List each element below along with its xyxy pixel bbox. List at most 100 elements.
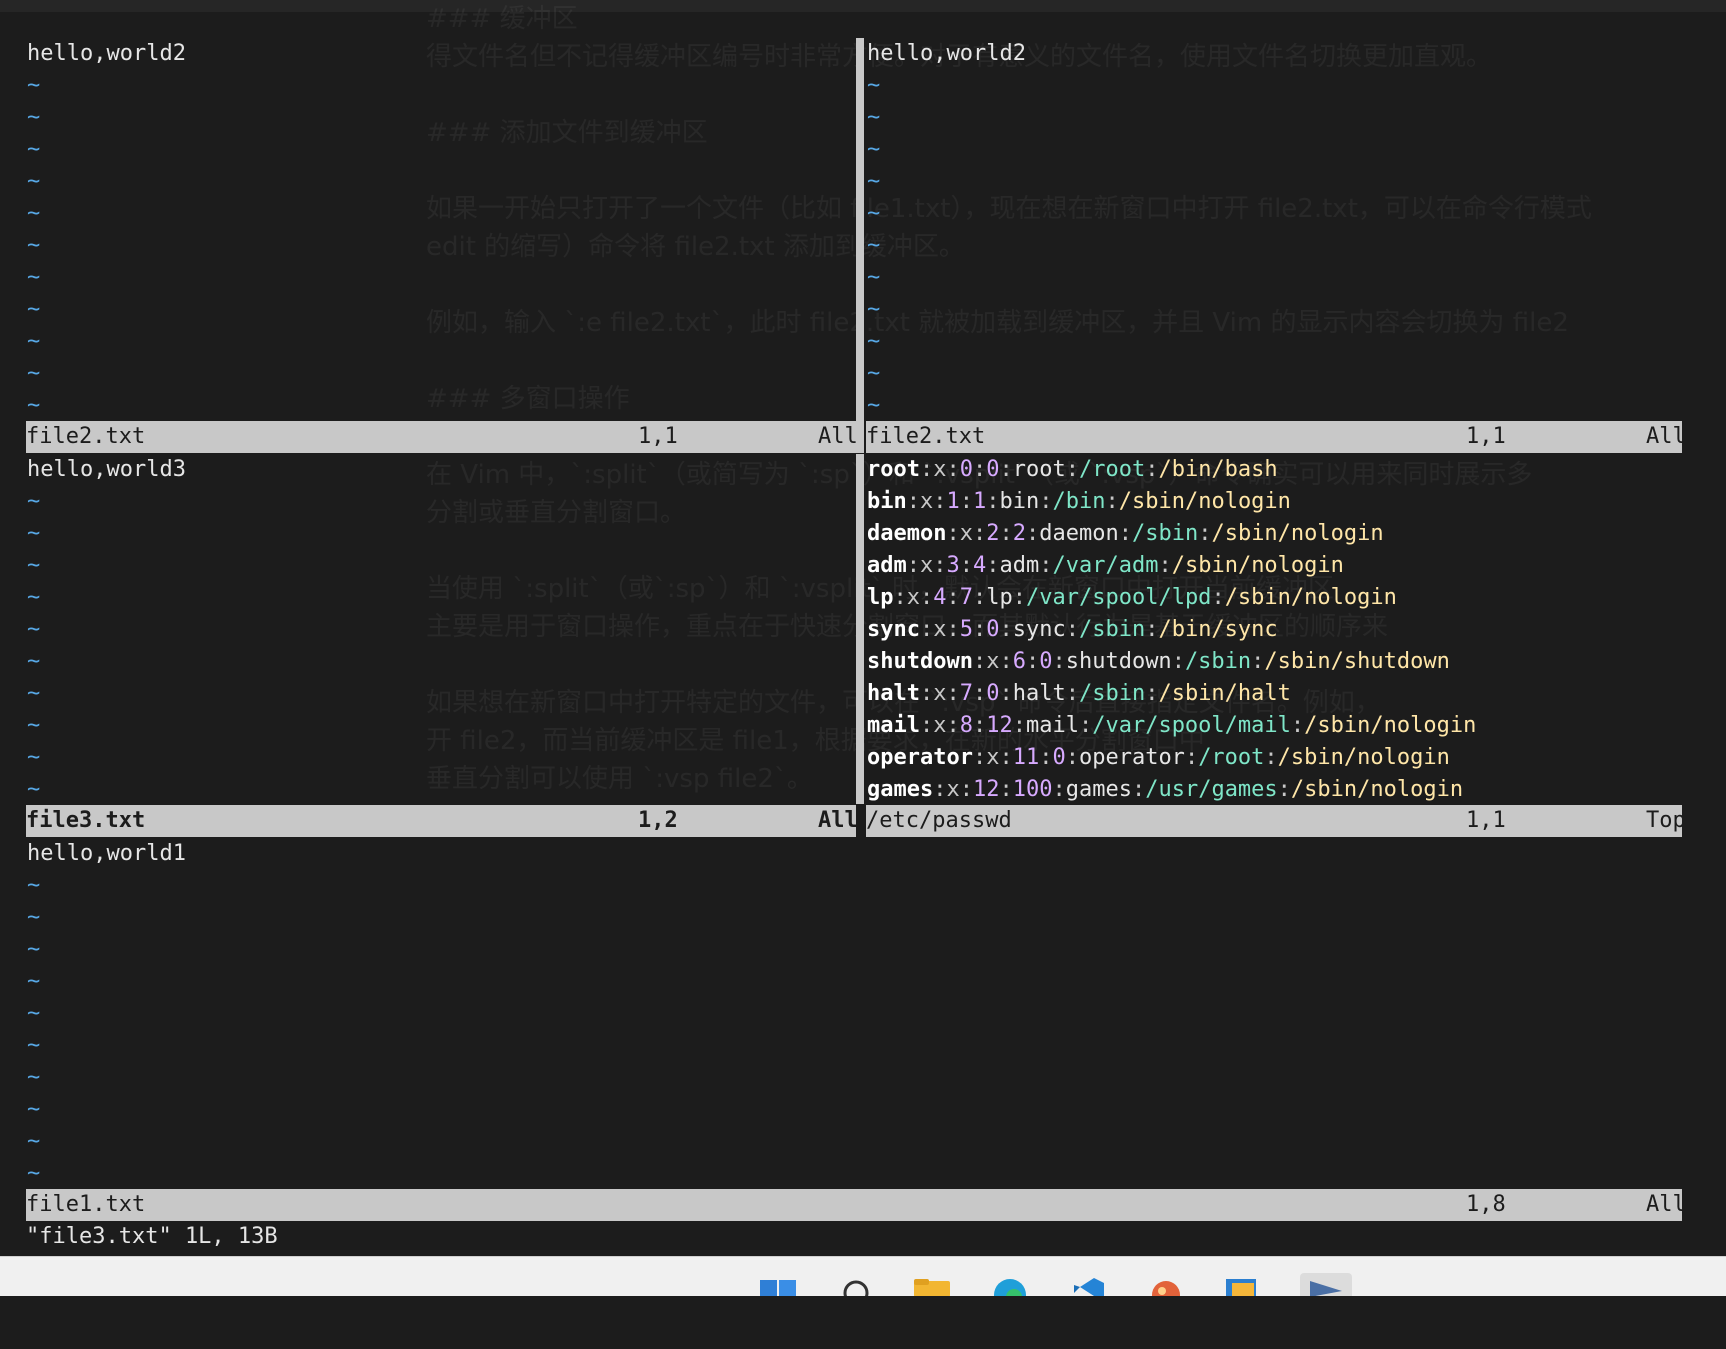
passwd-colon: : xyxy=(1290,713,1305,738)
app-window-icon[interactable] xyxy=(1222,1273,1262,1296)
empty-line-tilde: ~ xyxy=(27,713,41,738)
terminal-window[interactable]: ### 缓冲区 得文件名但不记得缓冲区编号时非常方便。对于有意义的文件名，使用文件… xyxy=(0,0,1726,1256)
passwd-field: bin xyxy=(867,489,907,514)
passwd-colon: : xyxy=(999,457,1013,482)
passwd-colon: : xyxy=(1251,649,1265,674)
passwd-field: x xyxy=(933,713,947,738)
empty-line-tilde: ~ xyxy=(27,73,41,98)
empty-line-tilde: ~ xyxy=(27,329,41,354)
passwd-field: 12 xyxy=(972,777,1000,802)
passwd-field: 0 xyxy=(1039,649,1053,674)
passwd-field: x xyxy=(920,553,934,578)
empty-line-tilde: ~ xyxy=(867,169,881,194)
passwd-field: operator xyxy=(867,745,973,770)
empty-line-tilde: ~ xyxy=(27,137,41,162)
passwd-field: 12 xyxy=(986,713,1013,738)
passwd-colon: : xyxy=(1039,553,1053,578)
passwd-colon: : xyxy=(1158,553,1172,578)
empty-line-tilde: ~ xyxy=(27,489,41,514)
vim-window-bottom[interactable]: hello,world1 ~ ~ ~ ~ ~ ~ ~ ~ ~ ~ xyxy=(26,838,1682,1188)
empty-line-tilde: ~ xyxy=(27,681,41,706)
passwd-colon: : xyxy=(906,553,920,578)
passwd-colon: : xyxy=(972,713,987,738)
passwd-field: /sbin/nologin xyxy=(1171,553,1344,578)
vim-command-line[interactable]: "file3.txt" 1L, 13B xyxy=(26,1221,278,1253)
passwd-field: /sbin/nologin xyxy=(1118,489,1291,514)
passwd-field: sync xyxy=(867,617,920,642)
passwd-colon: : xyxy=(946,585,960,610)
statusline-position: 1,1 xyxy=(1466,424,1506,449)
passwd-colon: : xyxy=(1277,777,1291,802)
vim-window-top-right[interactable]: hello,world2 ~ ~ ~ ~ ~ ~ ~ ~ ~ ~ ~ xyxy=(866,38,1682,420)
passwd-field: 2 xyxy=(986,521,1000,546)
passwd-field: 3 xyxy=(946,553,960,578)
terminal-icon[interactable] xyxy=(1300,1273,1352,1296)
passwd-colon: : xyxy=(959,777,973,802)
vim-window-mid-right[interactable]: root:x:0:0:root:/root:/bin/bash bin:x:1:1… xyxy=(866,454,1682,804)
statusline-top-right[interactable]: file2.txt 1,1 All xyxy=(866,421,1686,453)
statusline-position: 1,2 xyxy=(638,808,678,833)
statusline-mid-left-active[interactable]: file3.txt 1,2 All xyxy=(26,805,858,837)
empty-line-tilde: ~ xyxy=(27,521,41,546)
passwd-colon: : xyxy=(1025,649,1040,674)
statusline-bottom[interactable]: file1.txt 1,8 All xyxy=(26,1189,1686,1221)
passwd-field: /sbin/shutdown xyxy=(1264,649,1450,674)
passwd-field: mail xyxy=(867,713,920,738)
empty-line-tilde: ~ xyxy=(27,553,41,578)
vscode-icon[interactable] xyxy=(1068,1273,1108,1296)
git-icon[interactable] xyxy=(1146,1273,1186,1296)
empty-line-tilde: ~ xyxy=(867,73,881,98)
vertical-split-separator-middle[interactable] xyxy=(856,454,864,804)
statusline-position: 1,1 xyxy=(1466,808,1506,833)
passwd-colon: : xyxy=(999,649,1013,674)
passwd-colon: : xyxy=(920,585,934,610)
empty-line-tilde: ~ xyxy=(867,393,881,418)
passwd-field: sync xyxy=(1012,617,1066,642)
passwd-field: adm xyxy=(999,553,1040,578)
passwd-field: 1 xyxy=(946,489,960,514)
empty-line-tilde: ~ xyxy=(27,169,41,194)
passwd-field: 6 xyxy=(1012,649,1026,674)
search-icon[interactable] xyxy=(836,1273,876,1296)
passwd-field: /bin/sync xyxy=(1158,617,1278,642)
empty-line-tilde: ~ xyxy=(27,617,41,642)
passwd-field: operator xyxy=(1078,745,1185,770)
passwd-colon: : xyxy=(919,457,934,482)
passwd-colon: : xyxy=(1012,713,1026,738)
passwd-colon: : xyxy=(946,713,960,738)
buffer-line: hello,world2 xyxy=(867,41,1026,66)
passwd-colon: : xyxy=(946,521,960,546)
file-explorer-icon[interactable] xyxy=(912,1273,952,1296)
vim-window-top-left[interactable]: hello,world2 ~ ~ ~ ~ ~ ~ ~ ~ ~ ~ ~ xyxy=(26,38,856,420)
empty-line-tilde: ~ xyxy=(867,329,881,354)
passwd-entry: sync:x:5:0:sync:/sbin:/bin/sync xyxy=(866,614,1682,646)
passwd-field: games xyxy=(867,777,934,802)
passwd-colon: : xyxy=(1145,457,1159,482)
statusline-position: 1,1 xyxy=(638,424,678,449)
buffer-line: hello,world3 xyxy=(27,457,186,482)
passwd-field: 4 xyxy=(973,553,987,578)
empty-line-tilde: ~ xyxy=(27,1001,41,1026)
passwd-field: /sbin/nologin xyxy=(1211,521,1384,546)
vertical-split-separator-top[interactable] xyxy=(856,38,864,453)
statusline-mid-right[interactable]: /etc/passwd 1,1 Top xyxy=(866,805,1686,837)
passwd-field: 0 xyxy=(959,457,973,482)
passwd-field: lp xyxy=(986,585,1013,610)
windows-start-icon[interactable] xyxy=(758,1273,798,1296)
buffer-line: hello,world2 xyxy=(27,41,186,66)
passwd-colon: : xyxy=(973,585,987,610)
vim-window-mid-left[interactable]: hello,world3 ~ ~ ~ ~ ~ ~ ~ ~ ~ ~ xyxy=(26,454,856,804)
terminal-top-strip xyxy=(0,0,1726,12)
statusline-filename: file1.txt xyxy=(26,1192,146,1217)
passwd-field: x xyxy=(946,777,960,802)
passwd-colon: : xyxy=(986,489,1000,514)
passwd-entry: operator:x:11:0:operator:/root:/sbin/nol… xyxy=(866,742,1682,774)
statusline-position: 1,8 xyxy=(1466,1192,1506,1217)
statusline-top-left[interactable]: file2.txt 1,1 All xyxy=(26,421,858,453)
passwd-field: lp xyxy=(867,585,894,610)
passwd-field: /var/adm xyxy=(1052,553,1159,578)
statusline-scroll: All xyxy=(1646,1192,1686,1217)
edge-browser-icon[interactable] xyxy=(990,1273,1030,1296)
empty-line-tilde: ~ xyxy=(27,969,41,994)
passwd-colon: : xyxy=(1131,777,1146,802)
